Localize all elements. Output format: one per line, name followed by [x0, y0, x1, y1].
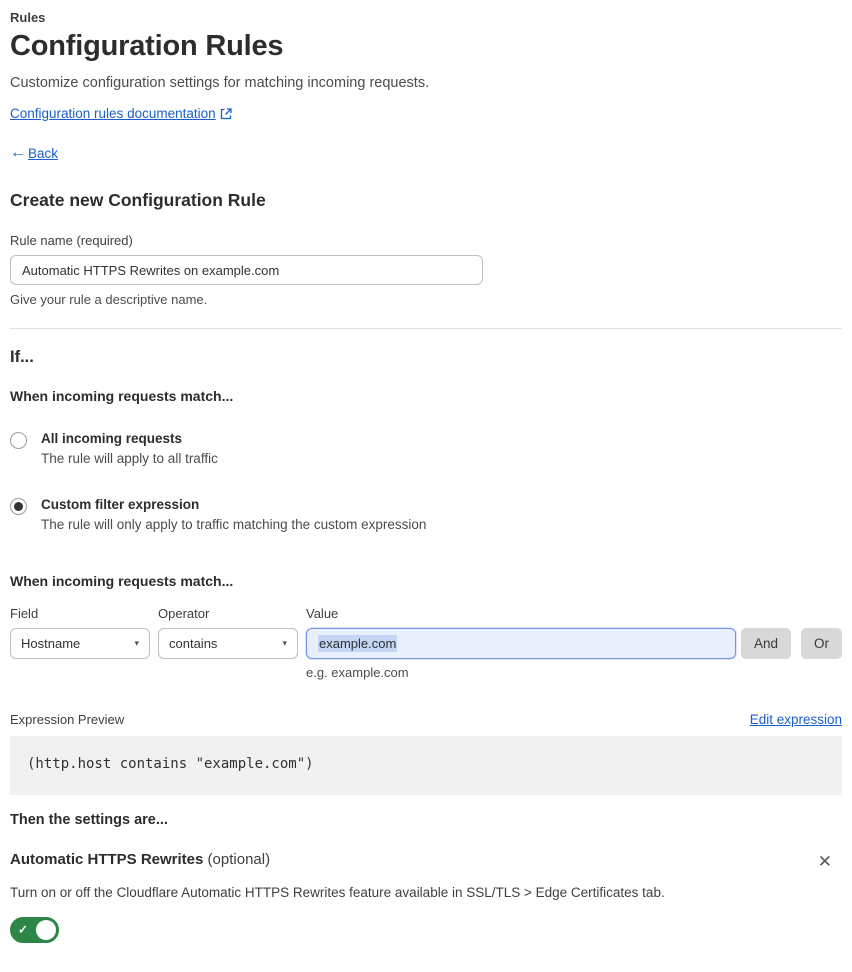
https-rewrites-toggle[interactable]: ✓ — [10, 917, 59, 943]
rule-name-label: Rule name (required) — [10, 233, 133, 248]
edit-expression-link[interactable]: Edit expression — [750, 712, 842, 727]
value-column-label: Value — [306, 606, 339, 621]
chevron-down-icon: ▾ — [134, 638, 139, 648]
radio-unchecked-icon[interactable] — [10, 432, 27, 449]
value-input-text: example.com — [318, 635, 398, 652]
radio-desc-custom-filter: The rule will only apply to traffic matc… — [41, 517, 427, 532]
operator-column-label: Operator — [158, 606, 210, 621]
chevron-down-icon: ▾ — [282, 638, 287, 648]
close-icon[interactable]: ✕ — [816, 851, 834, 872]
operator-select[interactable]: contains ▾ — [158, 628, 298, 659]
rule-name-input[interactable] — [10, 255, 483, 285]
value-input[interactable]: example.com — [306, 628, 736, 659]
back-arrow-icon: ← — [10, 144, 26, 161]
value-helper: e.g. example.com — [306, 665, 409, 680]
toggle-check-icon: ✓ — [18, 922, 29, 937]
documentation-link-row: Configuration rules documentation — [10, 106, 842, 121]
radio-desc-all-incoming: The rule will apply to all traffic — [41, 451, 218, 466]
field-select-value: Hostname — [21, 636, 81, 651]
setting-name: Automatic HTTPS Rewrites — [10, 851, 204, 868]
page-subtitle: Customize configuration settings for mat… — [10, 75, 430, 91]
radio-label-custom-filter: Custom filter expression — [41, 497, 200, 512]
expression-code-block: (http.host contains "example.com") — [10, 736, 842, 795]
operator-select-value: contains — [169, 636, 218, 651]
page-title: Configuration Rules — [10, 30, 284, 62]
setting-optional-label: (optional) — [203, 851, 271, 868]
setting-description: Turn on or off the Cloudflare Automatic … — [10, 885, 665, 900]
external-link-icon — [220, 107, 232, 120]
radio-option-all-incoming[interactable]: All incoming requests The rule will appl… — [10, 431, 842, 466]
builder-column-labels: Field Operator Value — [10, 606, 842, 621]
radio-checked-icon[interactable] — [10, 498, 27, 515]
section-divider — [10, 328, 842, 329]
back-row: ← Back — [10, 145, 842, 161]
and-button[interactable]: And — [740, 628, 791, 659]
rule-name-helper: Give your rule a descriptive name. — [10, 292, 208, 307]
configuration-rules-page: Rules Configuration Rules Customize conf… — [0, 0, 852, 972]
if-heading: If... — [10, 348, 34, 366]
toggle-knob — [36, 920, 56, 940]
then-settings-heading: Then the settings are... — [10, 812, 168, 828]
setting-card-header: Automatic HTTPS Rewrites (optional) ✕ — [10, 851, 842, 872]
radio-option-custom-filter[interactable]: Custom filter expression The rule will o… — [10, 497, 842, 532]
radio-label-all-incoming: All incoming requests — [41, 431, 183, 446]
match-heading: When incoming requests match... — [10, 388, 234, 404]
create-rule-heading: Create new Configuration Rule — [10, 190, 266, 210]
breadcrumb: Rules — [10, 10, 46, 25]
field-select[interactable]: Hostname ▾ — [10, 628, 150, 659]
builder-heading: When incoming requests match... — [10, 573, 234, 589]
connector-buttons: And Or — [740, 628, 842, 659]
field-column-label: Field — [10, 606, 39, 621]
setting-card-title: Automatic HTTPS Rewrites (optional) — [10, 851, 270, 868]
expression-builder-row: Hostname ▾ contains ▾ example.com And Or — [10, 628, 842, 659]
documentation-link[interactable]: Configuration rules documentation — [10, 106, 216, 121]
expression-preview-label: Expression Preview — [10, 712, 125, 727]
expression-preview-row: Expression Preview Edit expression — [10, 712, 842, 727]
back-link[interactable]: Back — [28, 146, 58, 161]
or-button[interactable]: Or — [801, 628, 842, 659]
